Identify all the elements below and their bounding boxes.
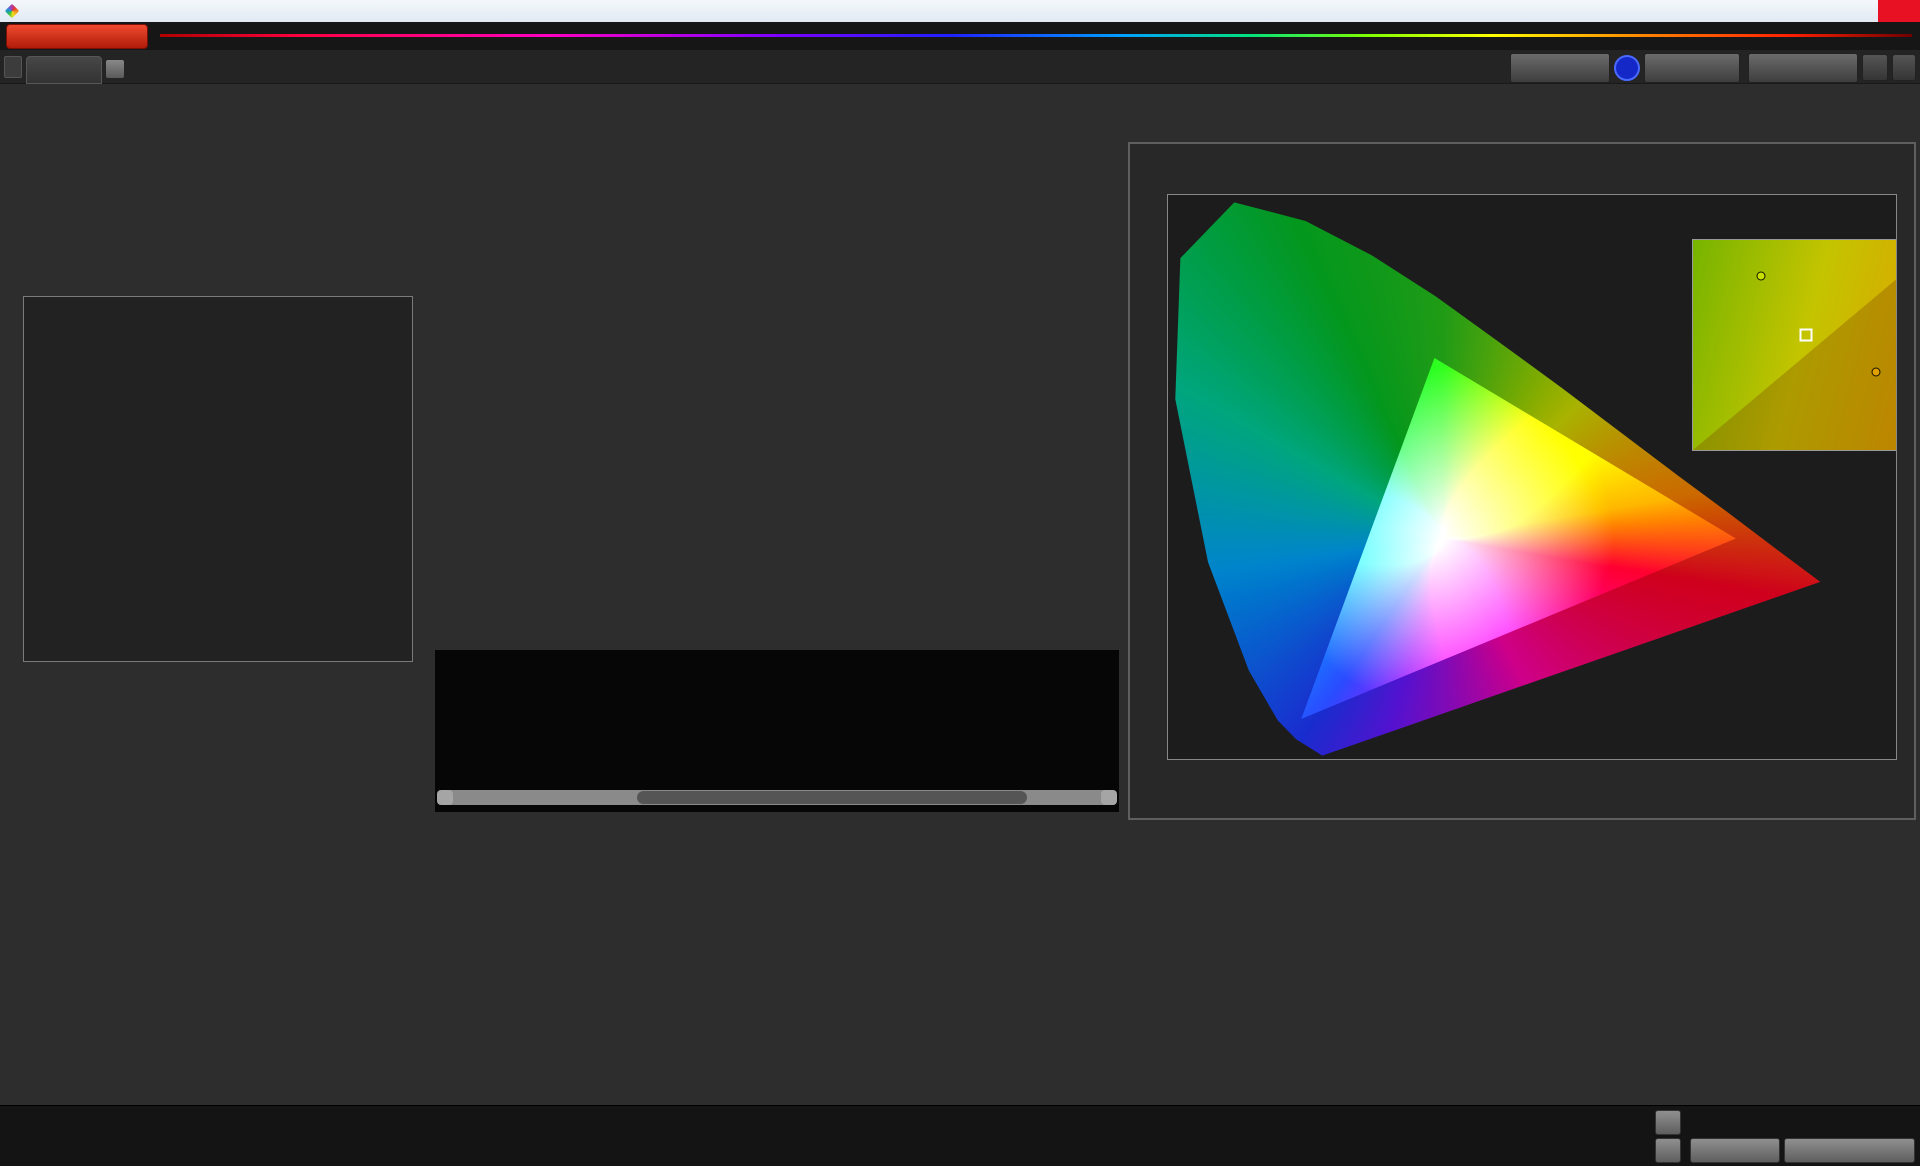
title-bar [0, 0, 1920, 22]
display-control-dropdown[interactable] [1748, 53, 1858, 83]
cie-inset-gamut-edge [1693, 240, 1897, 450]
brand-bar [0, 22, 1920, 50]
tab-history-1[interactable] [26, 56, 102, 84]
maximize-button[interactable] [1848, 0, 1878, 22]
spectrum-gradient-strip [160, 34, 1912, 37]
next-button[interactable] [1784, 1138, 1915, 1163]
scroll-left-icon[interactable] [437, 790, 453, 805]
display-control-accent [1749, 54, 1752, 82]
back-button[interactable] [1690, 1138, 1780, 1163]
scroll-right-icon[interactable] [1101, 790, 1117, 805]
cie-inset-measured-dot [1756, 271, 1765, 280]
cie-inset-target-square [1799, 328, 1812, 341]
gear-icon[interactable] [1862, 54, 1888, 81]
tab-expander-button[interactable] [4, 56, 22, 78]
patch-selector-bar [0, 1105, 1920, 1166]
app-icon [5, 4, 19, 18]
meter-status-accent [1511, 54, 1514, 82]
collapse-panel-button[interactable] [1892, 54, 1916, 81]
source-select-dropdown[interactable] [1644, 53, 1740, 83]
patch-strip-scrollbar[interactable] [437, 790, 1117, 805]
tab-bar [0, 50, 1920, 84]
source-status-accent [1645, 54, 1648, 82]
cie-chromaticity-plot [1167, 194, 1897, 760]
calman-menu-button[interactable] [6, 24, 148, 49]
eject-icon[interactable] [1655, 1110, 1681, 1135]
cie-inset-measured-dot [1871, 368, 1880, 377]
deltae-bar-chart [23, 296, 413, 662]
pattern-window-icon[interactable] [1655, 1138, 1681, 1163]
minimize-button[interactable] [1818, 0, 1848, 22]
meter-badge[interactable] [1614, 55, 1640, 81]
calman-window [0, 0, 1920, 1166]
scrollbar-thumb[interactable] [637, 791, 1027, 804]
cie-zoom-inset [1692, 239, 1897, 451]
add-tab-button[interactable] [106, 60, 124, 78]
meter-select-dropdown[interactable] [1510, 53, 1610, 83]
close-button[interactable] [1878, 0, 1920, 22]
cie-1931-panel [1128, 142, 1916, 820]
patch-preview-strip [435, 650, 1119, 812]
